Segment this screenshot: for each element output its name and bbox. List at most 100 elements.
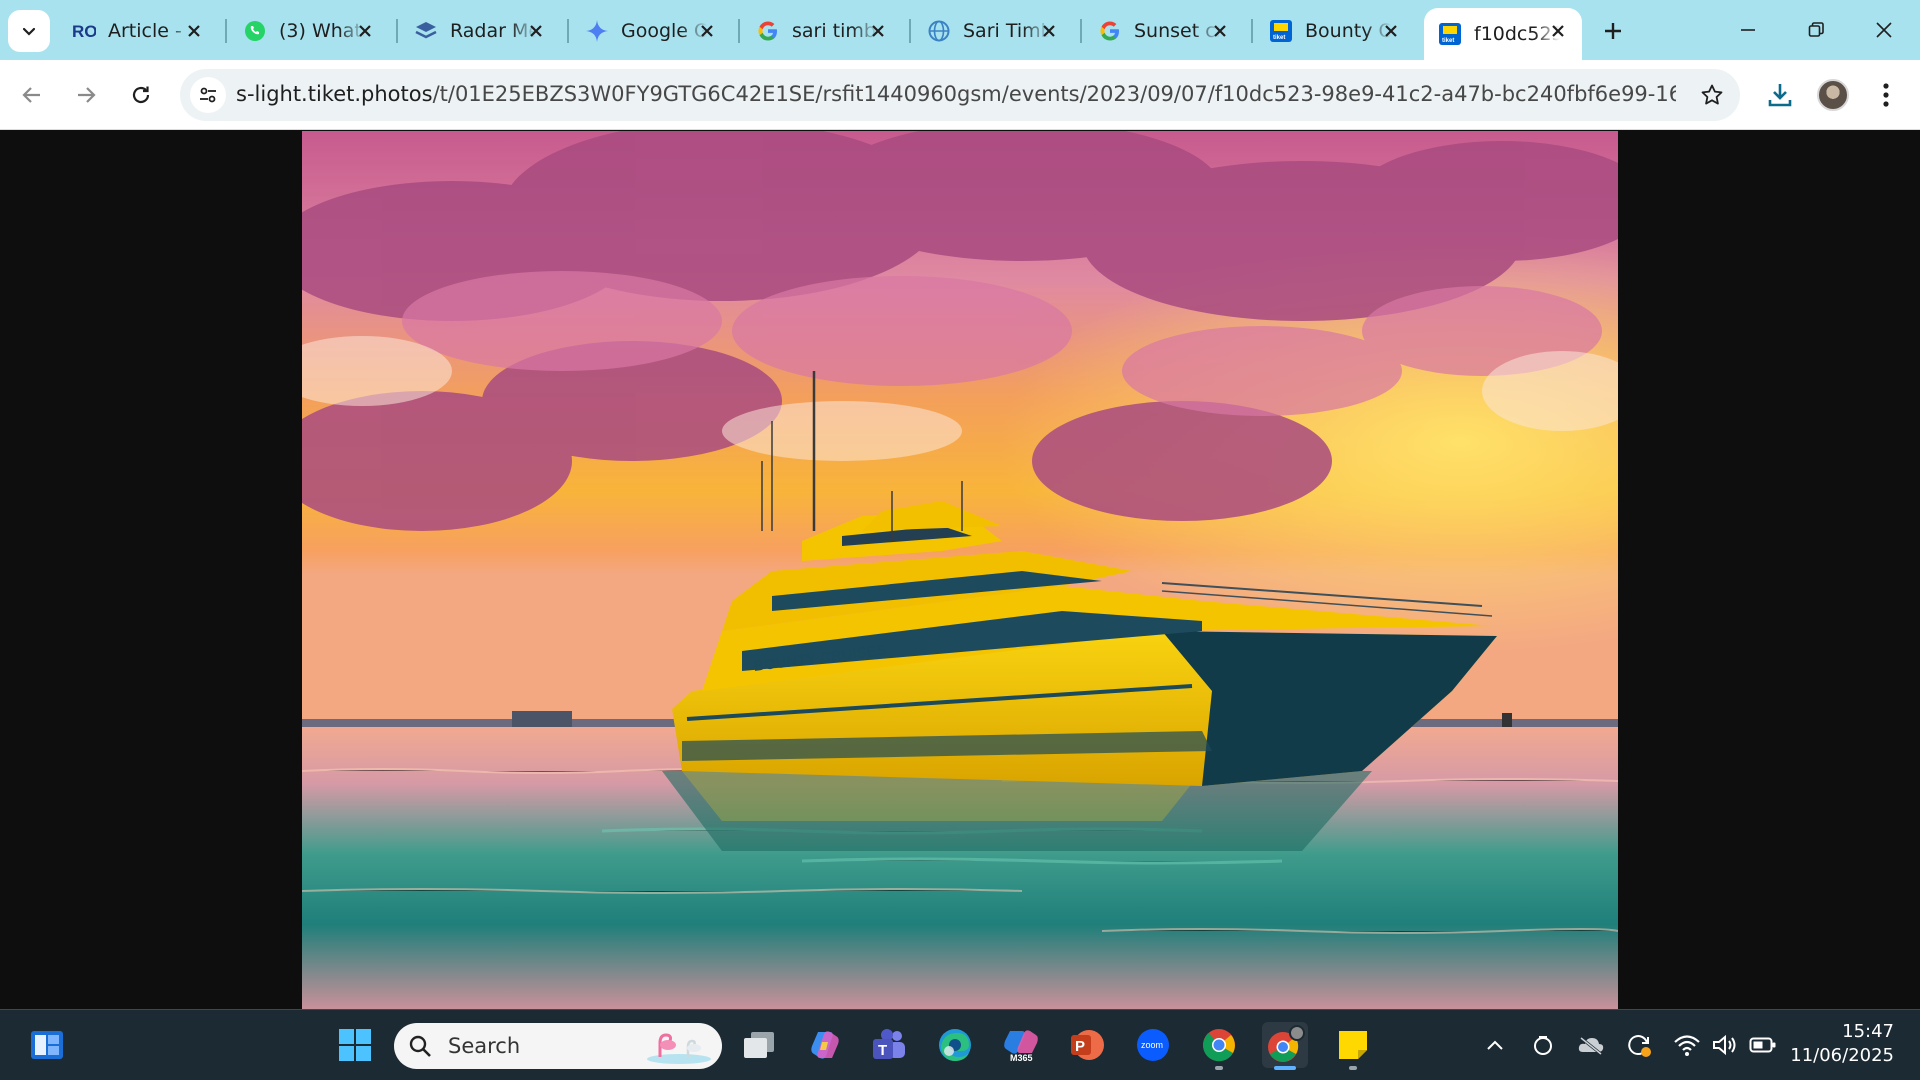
search-label: Search [448,1034,521,1058]
system-clock[interactable]: 15:47 11/06/2025 [1790,1020,1894,1068]
chrome-profile-icon [1268,1025,1305,1062]
close-icon[interactable] [1039,21,1059,41]
sync-tray-button[interactable] [1526,1028,1560,1062]
tab-bounty-cruises[interactable]: tiket Bounty Cruises [1255,8,1415,54]
restore-button[interactable] [1788,8,1844,52]
kebab-menu-icon [1883,83,1889,107]
google-icon [756,19,780,43]
edge-icon [939,1029,971,1061]
page-viewport: BOUNTY CRUISES [0,131,1920,1009]
photo-canvas: BOUNTY CRUISES [302,131,1618,1009]
close-window-button[interactable] [1856,8,1912,52]
downloads-button[interactable] [1760,75,1800,115]
onedrive-tray-button[interactable] [1574,1028,1608,1062]
widgets-button[interactable] [24,1022,70,1068]
menu-button[interactable] [1866,75,1906,115]
site-info-button[interactable] [190,77,226,113]
tab-search-button[interactable] [8,10,50,52]
zoom-button[interactable]: zoom [1130,1022,1176,1068]
sync-icon [1534,1036,1552,1055]
close-icon[interactable] [184,21,204,41]
tab-separator [909,19,911,43]
download-icon [1768,84,1792,107]
copilot-icon [811,1031,839,1059]
radar-icon [414,19,438,43]
running-indicator [1215,1066,1223,1070]
close-icon[interactable] [355,21,375,41]
minimize-button[interactable] [1720,8,1776,52]
svg-text:tiket: tiket [1442,38,1454,44]
show-hidden-icons-button[interactable] [1478,1028,1512,1062]
close-icon[interactable] [697,21,717,41]
volume-tray-button[interactable] [1708,1028,1742,1062]
edge-button[interactable] [932,1022,978,1068]
address-bar[interactable]: s-light.tiket.photos/t/01E25EBZS3W0FY9GT… [180,69,1740,121]
start-icon [339,1029,371,1061]
chrome-icon [1203,1029,1235,1062]
tab-google-search[interactable]: sari timbul [742,8,902,54]
new-tab-button[interactable] [1596,14,1630,48]
restore-icon [1808,22,1824,37]
chrome-profile-button[interactable] [1262,1022,1308,1070]
chevron-up-icon [1487,1040,1503,1050]
chrome-button[interactable] [1196,1022,1242,1070]
ro-icon: RO [72,19,96,43]
battery-icon [1749,1037,1776,1053]
search-icon [409,1035,431,1057]
forward-button[interactable] [66,75,106,115]
battery-tray-button[interactable] [1746,1028,1780,1062]
task-view-button[interactable] [736,1022,782,1068]
close-icon[interactable] [868,21,888,41]
arrow-right-icon [78,87,96,103]
m365-button[interactable]: M365 [998,1022,1044,1068]
teams-button[interactable]: T [866,1022,912,1068]
tab-title: Article - [108,20,182,42]
teams-icon: T [873,1029,905,1059]
avatar [1817,79,1849,111]
tab-sari-timbul[interactable]: Sari Timbul [913,8,1073,54]
zoom-icon: zoom [1137,1029,1169,1061]
tiket-icon: tiket [1438,22,1462,46]
arrow-left-icon [22,87,40,103]
tab-title: Sari Timbul [963,20,1049,42]
close-icon[interactable] [526,21,546,41]
sticky-notes-button[interactable] [1330,1022,1376,1070]
tab-separator [396,19,398,43]
copilot-button[interactable] [802,1022,848,1068]
clock-time: 15:47 [1842,1021,1894,1042]
tab-radar[interactable]: Radar Media [400,8,560,54]
powerpoint-icon: P [1071,1030,1104,1060]
tab-sunset-cruise[interactable]: Sunset cruise [1084,8,1244,54]
tab-whatsapp[interactable]: (3) WhatsApp [229,8,389,54]
reload-icon [132,86,150,104]
tab-image-active[interactable]: tiket f10dc523 [1424,8,1582,60]
svg-text:P: P [1075,1038,1085,1055]
taskbar-search[interactable]: Search [394,1023,722,1069]
url-text[interactable]: s-light.tiket.photos/t/01E25EBZS3W0FY9GT… [236,82,1676,106]
svg-text:T: T [878,1042,887,1059]
back-button[interactable] [12,75,52,115]
bookmark-star-button[interactable] [1698,81,1726,109]
star-icon [1701,84,1723,105]
tab-article[interactable]: RO Article - [58,8,218,54]
close-icon[interactable] [1381,21,1401,41]
volume-icon [1713,1034,1736,1056]
update-icon [1628,1035,1651,1057]
browser-toolbar: s-light.tiket.photos/t/01E25EBZS3W0FY9GT… [0,60,1920,130]
update-tray-button[interactable] [1622,1028,1656,1062]
whatsapp-icon [243,19,267,43]
profile-button[interactable] [1813,75,1853,115]
tab-gemini[interactable]: Google Gemini [571,8,731,54]
tab-separator [225,19,227,43]
taskbar: Search T M365 P zoom 15:47 11/06/2025 [0,1009,1920,1080]
start-button[interactable] [332,1022,378,1068]
wifi-tray-button[interactable] [1670,1028,1704,1062]
close-icon[interactable] [1548,21,1568,41]
cruise-ship-photo[interactable]: BOUNTY CRUISES [302,131,1618,1009]
chevron-down-icon [22,27,36,36]
svg-text:tiket: tiket [1273,35,1285,41]
reload-button[interactable] [121,75,161,115]
close-icon[interactable] [1210,21,1230,41]
powerpoint-button[interactable]: P [1064,1022,1110,1068]
url-host: s-light.tiket.photos [236,82,433,106]
